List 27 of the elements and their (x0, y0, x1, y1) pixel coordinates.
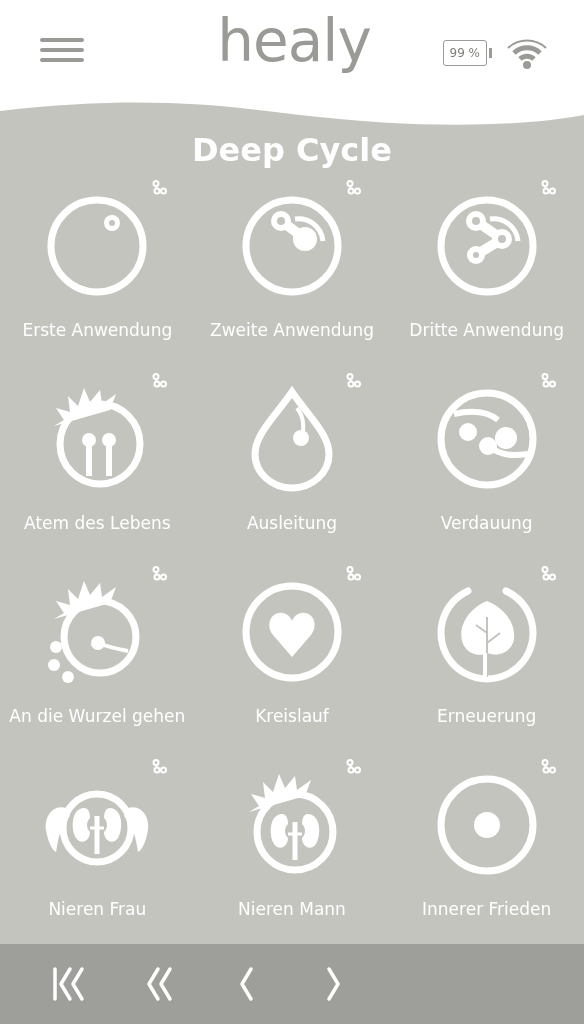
program-tile[interactable]: Dritte Anwendung (409, 174, 564, 340)
program-tile[interactable]: Verdauung (431, 367, 542, 533)
menu-icon[interactable] (40, 37, 84, 63)
link-icon[interactable] (346, 180, 362, 195)
link-icon[interactable] (541, 180, 556, 195)
program-tile[interactable]: Innerer Frieden (422, 753, 552, 919)
link-icon[interactable] (151, 180, 167, 195)
link-icon[interactable] (541, 373, 556, 388)
program-tile[interactable]: Erneuerung (431, 560, 542, 726)
page-title: Deep Cycle (191, 130, 393, 170)
program-tile[interactable]: Ausleitung (237, 367, 347, 533)
link-icon[interactable] (346, 373, 362, 388)
link-icon[interactable] (151, 759, 167, 774)
link-icon[interactable] (541, 566, 556, 581)
program-tile[interactable]: Nieren Mann (237, 753, 347, 919)
program-tile[interactable]: Atem des Lebens (24, 367, 171, 533)
program-tile[interactable]: An die Wurzel gehen (9, 560, 186, 726)
program-tile[interactable]: Zweite Anwendung (210, 174, 374, 340)
link-icon[interactable] (151, 566, 167, 581)
logo: healy (217, 12, 371, 77)
link-icon[interactable] (346, 566, 362, 581)
link-icon[interactable] (346, 759, 362, 774)
program-tile[interactable]: Nieren Frau (42, 753, 153, 919)
link-icon[interactable] (541, 759, 556, 774)
program-tile[interactable]: Kreislauf (237, 560, 347, 726)
link-icon[interactable] (151, 373, 167, 388)
program-tile[interactable]: Erste Anwendung (22, 174, 173, 340)
